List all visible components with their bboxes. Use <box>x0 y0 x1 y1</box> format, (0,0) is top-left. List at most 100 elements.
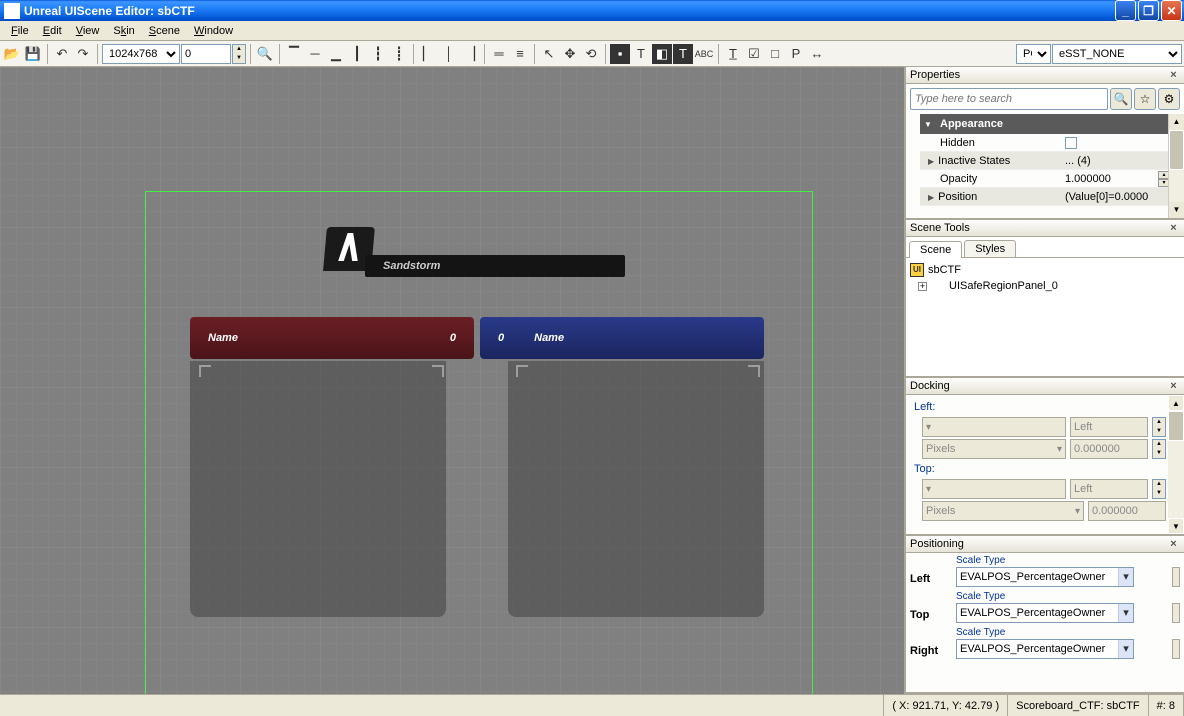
undo-icon[interactable]: ↶ <box>52 44 72 64</box>
dock-top-value[interactable]: 0.000000 <box>1088 501 1166 521</box>
dock-left-unit[interactable]: Pixels <box>922 439 1066 459</box>
tool-check-icon[interactable]: ☑ <box>744 44 764 64</box>
align-right-icon[interactable]: ▕ <box>460 44 480 64</box>
tab-scene[interactable]: Scene <box>909 241 962 258</box>
text-small-icon[interactable]: ABC <box>694 44 714 64</box>
align-hcenter-icon[interactable]: │ <box>439 44 459 64</box>
align-vcenter-icon[interactable]: ─ <box>305 44 325 64</box>
prop-inactive-label[interactable]: Inactive States <box>940 155 1065 167</box>
menu-view[interactable]: View <box>69 23 107 39</box>
zoom-spinner[interactable]: ▲▼ <box>232 44 246 64</box>
pos-right-select[interactable]: EVALPOS_PercentageOwner <box>956 639 1134 659</box>
dock-left-face[interactable]: Left <box>1070 417 1148 437</box>
tab-styles[interactable]: Styles <box>964 240 1016 257</box>
zoom-input[interactable] <box>181 44 231 64</box>
dock-top-target[interactable] <box>922 479 1066 499</box>
tree-child[interactable]: UISafeRegionPanel_0 <box>949 280 1058 292</box>
pos-left-label: Left <box>910 573 950 587</box>
panel-close-icon[interactable]: × <box>1167 380 1180 393</box>
corner-decor <box>432 365 444 377</box>
platform-select[interactable]: PC <box>1016 44 1051 64</box>
tool-arrow-icon[interactable]: ↔ <box>807 44 827 64</box>
tool-t-icon[interactable]: T̲ <box>723 44 743 64</box>
rotate-icon[interactable]: ⟲ <box>581 44 601 64</box>
widget-c-icon[interactable]: T <box>673 44 693 64</box>
positioning-panel: Positioning × Left Scale Type EVALPOS_Pe… <box>906 536 1184 694</box>
prop-opacity-label: Opacity <box>940 173 1065 185</box>
docking-panel: Docking × Left: Left ▲▼ Pixels 0.000000 … <box>906 378 1184 536</box>
tool-p-icon[interactable]: P <box>786 44 806 64</box>
prop-opacity-value[interactable]: 1.000000 <box>1065 173 1111 185</box>
scene-tree[interactable]: UI sbCTF + UISafeRegionPanel_0 <box>906 258 1184 298</box>
favorite-icon[interactable]: ☆ <box>1134 88 1156 110</box>
text-icon[interactable]: T <box>631 44 651 64</box>
menu-edit[interactable]: Edit <box>36 23 69 39</box>
pos-extra[interactable] <box>1172 639 1180 659</box>
dock-spinner[interactable]: ▲▼ <box>1152 417 1166 437</box>
pos-left-select[interactable]: EVALPOS_PercentageOwner <box>956 567 1134 587</box>
canvas[interactable]: Sandstorm Name 0 0 Name <box>0 67 904 694</box>
prop-position-label[interactable]: Position <box>940 191 1065 203</box>
scene-tools-panel: Scene Tools × Scene Styles UI sbCTF + <box>906 220 1184 378</box>
properties-scrollbar[interactable]: ▲▼ <box>1168 114 1184 218</box>
panel-close-icon[interactable]: × <box>1167 69 1180 82</box>
move-icon[interactable]: ✥ <box>560 44 580 64</box>
menu-skin[interactable]: Skin <box>106 23 141 39</box>
pos-top-select[interactable]: EVALPOS_PercentageOwner <box>956 603 1134 623</box>
resolution-select[interactable]: 1024x768 <box>102 44 180 64</box>
pos-right-label: Right <box>910 645 950 659</box>
dock-top-unit[interactable]: Pixels <box>922 501 1084 521</box>
save-icon[interactable]: 💾 <box>23 44 43 64</box>
widget-b-icon[interactable]: ◧ <box>652 44 672 64</box>
property-category[interactable]: Appearance <box>920 114 1170 134</box>
align-bottom-icon[interactable]: ▁ <box>326 44 346 64</box>
dock-top-face[interactable]: Left <box>1070 479 1148 499</box>
distribute-h2-icon[interactable]: ≡ <box>510 44 530 64</box>
distribute-v2-icon[interactable]: ┇ <box>368 44 388 64</box>
status-coords: ( X: 921.71, Y: 42.79 ) <box>884 695 1008 716</box>
settings-icon[interactable]: ⚙ <box>1158 88 1180 110</box>
search-icon[interactable]: 🔍 <box>1110 88 1132 110</box>
tool-box-icon[interactable]: □ <box>765 44 785 64</box>
property-search-input[interactable] <box>910 88 1108 110</box>
menu-window[interactable]: Window <box>187 23 240 39</box>
dock-left-target[interactable] <box>922 417 1066 437</box>
window-titlebar: Unreal UIScene Editor: sbCTF _ ❐ ✕ <box>0 0 1184 21</box>
prop-inactive-value: ... (4) <box>1065 155 1170 167</box>
minimize-button[interactable]: _ <box>1115 0 1136 21</box>
properties-title: Properties <box>910 69 1167 81</box>
prop-hidden-checkbox[interactable] <box>1065 137 1077 149</box>
open-icon[interactable]: 📂 <box>2 44 22 64</box>
select-icon[interactable]: ↖ <box>539 44 559 64</box>
pos-extra[interactable] <box>1172 603 1180 623</box>
menu-file[interactable]: File <box>4 23 36 39</box>
pos-top-label: Top <box>910 609 950 623</box>
menubar: File Edit View Skin Scene Window <box>0 21 1184 41</box>
redo-icon[interactable]: ↷ <box>73 44 93 64</box>
tree-root[interactable]: sbCTF <box>928 264 961 276</box>
pos-extra[interactable] <box>1172 567 1180 587</box>
red-score: 0 <box>450 332 456 344</box>
distribute-h-icon[interactable]: ═ <box>489 44 509 64</box>
menu-scene[interactable]: Scene <box>142 23 187 39</box>
dock-spinner[interactable]: ▲▼ <box>1152 439 1166 459</box>
distribute-v-icon[interactable]: ┃ <box>347 44 367 64</box>
align-top-icon[interactable]: ▔ <box>284 44 304 64</box>
scale-type-label: Scale Type <box>956 627 1166 638</box>
split-select[interactable]: eSST_NONE <box>1052 44 1182 64</box>
maximize-button[interactable]: ❐ <box>1138 0 1159 21</box>
expand-icon[interactable]: + <box>918 282 927 291</box>
dock-spinner[interactable]: ▲▼ <box>1152 479 1166 499</box>
blue-team-panel <box>508 361 764 617</box>
dock-left-value[interactable]: 0.000000 <box>1070 439 1148 459</box>
magnify-icon[interactable]: 🔍 <box>255 44 275 64</box>
widget-a-icon[interactable]: ▪ <box>610 44 630 64</box>
align-left-icon[interactable]: ▏ <box>418 44 438 64</box>
distribute-v3-icon[interactable]: ┋ <box>389 44 409 64</box>
corner-decor <box>199 365 211 377</box>
close-button[interactable]: ✕ <box>1161 0 1182 21</box>
panel-close-icon[interactable]: × <box>1167 538 1180 551</box>
panel-close-icon[interactable]: × <box>1167 222 1180 235</box>
docking-scrollbar[interactable]: ▲▼ <box>1168 395 1184 534</box>
red-name-label: Name <box>208 332 238 344</box>
